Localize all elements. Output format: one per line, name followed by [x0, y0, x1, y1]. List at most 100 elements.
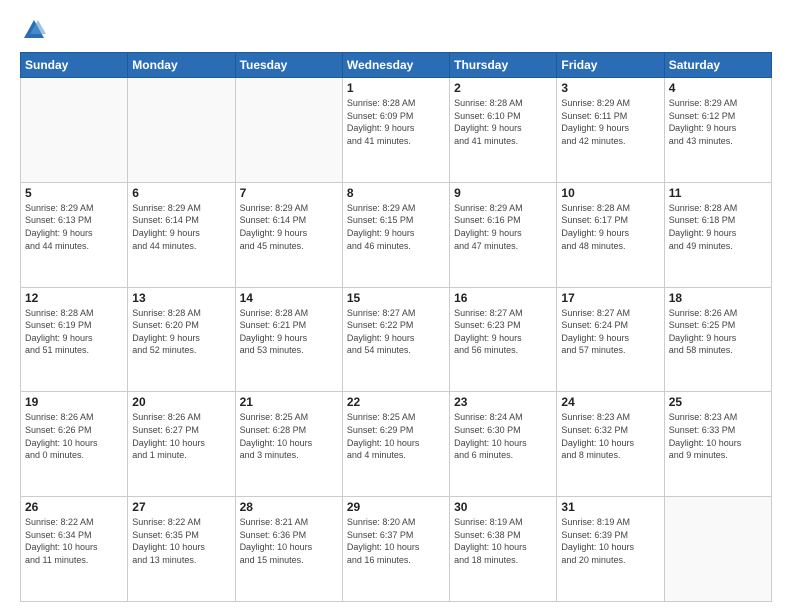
day-info: Sunrise: 8:28 AM Sunset: 6:18 PM Dayligh… [669, 202, 767, 252]
day-info: Sunrise: 8:21 AM Sunset: 6:36 PM Dayligh… [240, 516, 338, 566]
day-cell-30: 30 Sunrise: 8:19 AM Sunset: 6:38 PM Dayli… [450, 497, 557, 602]
header [20, 16, 772, 44]
page: SundayMondayTuesdayWednesdayThursdayFrid… [0, 0, 792, 612]
day-cell-6: 6Sunrise: 8:29 AM Sunset: 6:14 PM Daylig… [128, 182, 235, 287]
day-info: Sunrise: 8:22 AM Sunset: 6:34 PM Dayligh… [25, 516, 123, 566]
day-cell-16: 16 Sunrise: 8:27 AM Sunset: 6:23 PM Dayli… [450, 287, 557, 392]
day-number: 4 [669, 81, 767, 95]
calendar-body: 1 Sunrise: 8:28 AM Sunset: 6:09 PM Daylig… [21, 78, 772, 602]
day-number: 28 [240, 500, 338, 514]
day-info: Sunrise: 8:19 AM Sunset: 6:38 PM Dayligh… [454, 516, 552, 566]
calendar-week-2: 5 Sunrise: 8:29 AM Sunset: 6:13 PM Daylig… [21, 182, 772, 287]
day-number: 7 [240, 186, 338, 200]
calendar: SundayMondayTuesdayWednesdayThursdayFrid… [20, 52, 772, 602]
day-number: 2 [454, 81, 552, 95]
empty-cell [664, 497, 771, 602]
day-header-monday: Monday [128, 53, 235, 78]
day-info: Sunrise: 8:25 AM Sunset: 6:28 PM Dayligh… [240, 411, 338, 461]
day-number: 31 [561, 500, 659, 514]
day-number: 17 [561, 291, 659, 305]
day-number: 6 [132, 186, 230, 200]
day-number: 12 [25, 291, 123, 305]
day-number: 9 [454, 186, 552, 200]
day-number: 1 [347, 81, 445, 95]
day-info: Sunrise: 8:28 AM Sunset: 6:19 PM Dayligh… [25, 307, 123, 357]
day-info: Sunrise: 8:26 AM Sunset: 6:25 PM Dayligh… [669, 307, 767, 357]
day-cell-9: 9 Sunrise: 8:29 AM Sunset: 6:16 PM Daylig… [450, 182, 557, 287]
day-cell-4: 4 Sunrise: 8:29 AM Sunset: 6:12 PM Daylig… [664, 78, 771, 183]
day-number: 3 [561, 81, 659, 95]
day-number: 8 [347, 186, 445, 200]
calendar-header-row: SundayMondayTuesdayWednesdayThursdayFrid… [21, 53, 772, 78]
day-info: Sunrise: 8:28 AM Sunset: 6:20 PM Dayligh… [132, 307, 230, 357]
day-cell-2: 2 Sunrise: 8:28 AM Sunset: 6:10 PM Daylig… [450, 78, 557, 183]
day-cell-14: 14 Sunrise: 8:28 AM Sunset: 6:21 PM Dayli… [235, 287, 342, 392]
day-info: Sunrise: 8:28 AM Sunset: 6:10 PM Dayligh… [454, 97, 552, 147]
day-number: 26 [25, 500, 123, 514]
day-cell-1: 1 Sunrise: 8:28 AM Sunset: 6:09 PM Daylig… [342, 78, 449, 183]
day-info: Sunrise: 8:20 AM Sunset: 6:37 PM Dayligh… [347, 516, 445, 566]
day-number: 29 [347, 500, 445, 514]
empty-cell [21, 78, 128, 183]
day-number: 5 [25, 186, 123, 200]
day-info: Sunrise: 8:24 AM Sunset: 6:30 PM Dayligh… [454, 411, 552, 461]
day-cell-20: 20 Sunrise: 8:26 AM Sunset: 6:27 PM Dayli… [128, 392, 235, 497]
day-info: Sunrise: 8:27 AM Sunset: 6:22 PM Dayligh… [347, 307, 445, 357]
day-header-friday: Friday [557, 53, 664, 78]
day-number: 27 [132, 500, 230, 514]
day-header-tuesday: Tuesday [235, 53, 342, 78]
day-number: 30 [454, 500, 552, 514]
day-cell-13: 13 Sunrise: 8:28 AM Sunset: 6:20 PM Dayli… [128, 287, 235, 392]
day-number: 15 [347, 291, 445, 305]
day-info: Sunrise: 8:23 AM Sunset: 6:32 PM Dayligh… [561, 411, 659, 461]
calendar-week-5: 26 Sunrise: 8:22 AM Sunset: 6:34 PM Dayli… [21, 497, 772, 602]
day-number: 13 [132, 291, 230, 305]
day-cell-12: 12 Sunrise: 8:28 AM Sunset: 6:19 PM Dayli… [21, 287, 128, 392]
day-info: Sunrise: 8:29 AM Sunset: 6:13 PM Dayligh… [25, 202, 123, 252]
day-cell-11: 11Sunrise: 8:28 AM Sunset: 6:18 PM Dayli… [664, 182, 771, 287]
day-info: Sunrise: 8:23 AM Sunset: 6:33 PM Dayligh… [669, 411, 767, 461]
day-number: 22 [347, 395, 445, 409]
day-info: Sunrise: 8:28 AM Sunset: 6:17 PM Dayligh… [561, 202, 659, 252]
day-cell-27: 27 Sunrise: 8:22 AM Sunset: 6:35 PM Dayli… [128, 497, 235, 602]
empty-cell [128, 78, 235, 183]
day-number: 23 [454, 395, 552, 409]
day-number: 10 [561, 186, 659, 200]
day-header-thursday: Thursday [450, 53, 557, 78]
day-info: Sunrise: 8:29 AM Sunset: 6:14 PM Dayligh… [240, 202, 338, 252]
day-cell-28: 28 Sunrise: 8:21 AM Sunset: 6:36 PM Dayli… [235, 497, 342, 602]
day-header-wednesday: Wednesday [342, 53, 449, 78]
day-header-sunday: Sunday [21, 53, 128, 78]
day-info: Sunrise: 8:28 AM Sunset: 6:09 PM Dayligh… [347, 97, 445, 147]
day-info: Sunrise: 8:19 AM Sunset: 6:39 PM Dayligh… [561, 516, 659, 566]
day-info: Sunrise: 8:25 AM Sunset: 6:29 PM Dayligh… [347, 411, 445, 461]
day-cell-26: 26 Sunrise: 8:22 AM Sunset: 6:34 PM Dayli… [21, 497, 128, 602]
day-number: 20 [132, 395, 230, 409]
day-cell-17: 17Sunrise: 8:27 AM Sunset: 6:24 PM Dayli… [557, 287, 664, 392]
day-info: Sunrise: 8:29 AM Sunset: 6:11 PM Dayligh… [561, 97, 659, 147]
day-number: 14 [240, 291, 338, 305]
calendar-week-1: 1 Sunrise: 8:28 AM Sunset: 6:09 PM Daylig… [21, 78, 772, 183]
day-info: Sunrise: 8:28 AM Sunset: 6:21 PM Dayligh… [240, 307, 338, 357]
day-cell-19: 19Sunrise: 8:26 AM Sunset: 6:26 PM Dayli… [21, 392, 128, 497]
day-info: Sunrise: 8:29 AM Sunset: 6:15 PM Dayligh… [347, 202, 445, 252]
day-info: Sunrise: 8:27 AM Sunset: 6:23 PM Dayligh… [454, 307, 552, 357]
day-cell-3: 3 Sunrise: 8:29 AM Sunset: 6:11 PM Daylig… [557, 78, 664, 183]
day-cell-5: 5 Sunrise: 8:29 AM Sunset: 6:13 PM Daylig… [21, 182, 128, 287]
day-cell-10: 10 Sunrise: 8:28 AM Sunset: 6:17 PM Dayli… [557, 182, 664, 287]
day-info: Sunrise: 8:26 AM Sunset: 6:26 PM Dayligh… [25, 411, 123, 461]
day-cell-21: 21Sunrise: 8:25 AM Sunset: 6:28 PM Dayli… [235, 392, 342, 497]
day-info: Sunrise: 8:22 AM Sunset: 6:35 PM Dayligh… [132, 516, 230, 566]
day-cell-23: 23 Sunrise: 8:24 AM Sunset: 6:30 PM Dayli… [450, 392, 557, 497]
day-cell-18: 18 Sunrise: 8:26 AM Sunset: 6:25 PM Dayli… [664, 287, 771, 392]
day-info: Sunrise: 8:26 AM Sunset: 6:27 PM Dayligh… [132, 411, 230, 461]
calendar-week-3: 12 Sunrise: 8:28 AM Sunset: 6:19 PM Dayli… [21, 287, 772, 392]
day-info: Sunrise: 8:29 AM Sunset: 6:12 PM Dayligh… [669, 97, 767, 147]
day-number: 16 [454, 291, 552, 305]
day-info: Sunrise: 8:29 AM Sunset: 6:16 PM Dayligh… [454, 202, 552, 252]
day-cell-7: 7 Sunrise: 8:29 AM Sunset: 6:14 PM Daylig… [235, 182, 342, 287]
day-number: 18 [669, 291, 767, 305]
day-header-saturday: Saturday [664, 53, 771, 78]
day-cell-31: 31 Sunrise: 8:19 AM Sunset: 6:39 PM Dayli… [557, 497, 664, 602]
calendar-week-4: 19Sunrise: 8:26 AM Sunset: 6:26 PM Dayli… [21, 392, 772, 497]
